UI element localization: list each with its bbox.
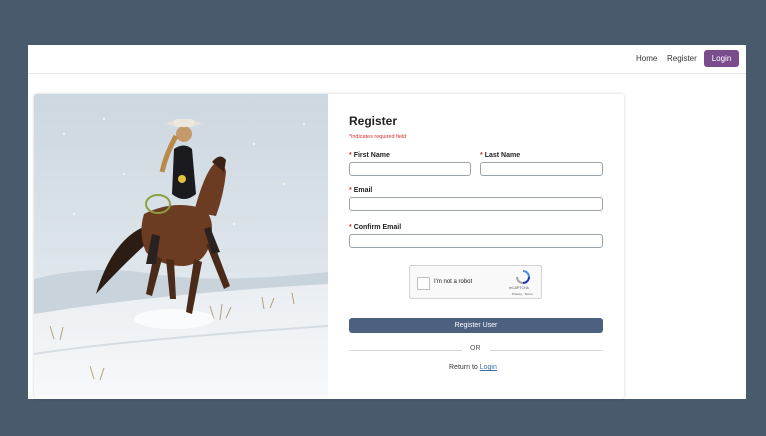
recaptcha-brand: reCAPTCHA <box>509 286 529 290</box>
register-card: Register *indicates required field * Fir… <box>34 94 624 399</box>
nav-register-link[interactable]: Register <box>667 54 697 63</box>
recaptcha-label: I'm not a robot <box>434 279 473 285</box>
return-prefix: Return to <box>449 364 478 371</box>
first-name-field[interactable] <box>349 162 471 176</box>
required-star: * <box>349 224 352 231</box>
last-name-field[interactable] <box>480 162 603 176</box>
divider-line <box>349 350 462 351</box>
email-label-text: Email <box>353 187 373 194</box>
email-field[interactable] <box>349 197 603 211</box>
first-name-label: * First Name <box>349 152 390 159</box>
register-user-button[interactable]: Register User <box>349 318 603 333</box>
required-star: * <box>349 187 352 194</box>
top-navigation: Home Register Login <box>28 45 746 74</box>
required-note: *indicates required field <box>349 134 407 140</box>
confirm-email-field[interactable] <box>349 234 603 248</box>
return-to-login: Return to Login <box>449 364 497 371</box>
required-star: * <box>480 152 483 159</box>
login-link[interactable]: Login <box>480 364 497 371</box>
page: Home Register Login Register *indicates … <box>28 45 746 399</box>
form-title: Register <box>349 114 398 128</box>
last-name-label: * Last Name <box>480 152 520 159</box>
last-name-label-text: Last Name <box>484 152 521 159</box>
login-button[interactable]: Login <box>704 50 739 67</box>
divider-line <box>490 350 603 351</box>
confirm-email-label-text: Confirm Email <box>353 224 402 231</box>
recaptcha-terms[interactable]: Privacy - Terms <box>512 292 533 296</box>
required-star: * <box>349 152 352 159</box>
first-name-label-text: First Name <box>353 152 390 159</box>
recaptcha-checkbox[interactable] <box>417 277 430 290</box>
recaptcha-widget: I'm not a robot reCAPTCHA Privacy - Term… <box>409 265 542 299</box>
or-divider: OR <box>349 345 603 355</box>
confirm-email-label: * Confirm Email <box>349 224 401 231</box>
cowgirl-horse-photo <box>34 94 328 399</box>
email-label: * Email <box>349 187 372 194</box>
nav-home-link[interactable]: Home <box>636 54 657 63</box>
or-text: OR <box>470 345 481 352</box>
